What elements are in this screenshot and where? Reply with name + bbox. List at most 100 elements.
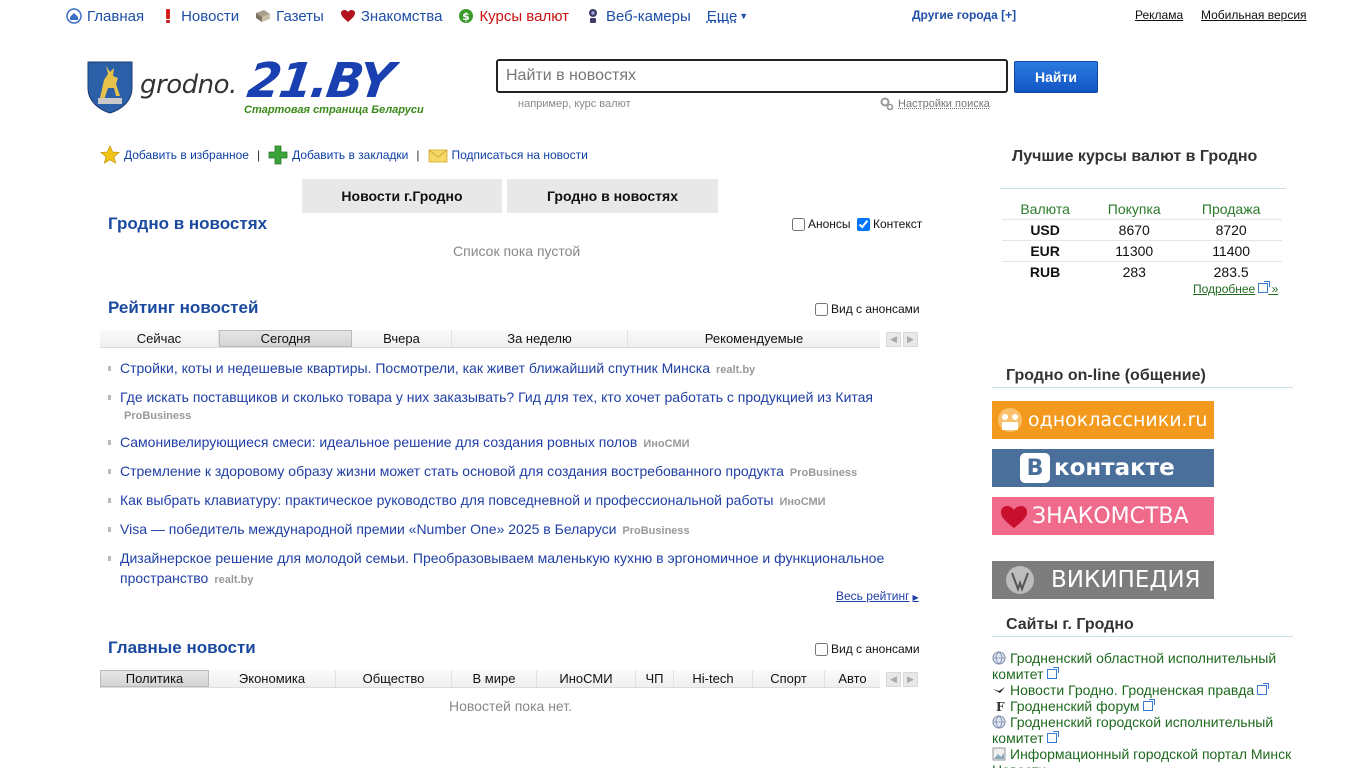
webcam-icon bbox=[585, 8, 601, 24]
tab-world[interactable]: В мире bbox=[452, 670, 537, 687]
nav-more[interactable]: Еще ▼ bbox=[707, 8, 748, 25]
news-title[interactable]: Как выбрать клавиатуру: практическое рук… bbox=[120, 492, 773, 508]
list-item[interactable]: Гродненский областной исполнительный ком… bbox=[992, 650, 1296, 682]
context-checkbox-input[interactable] bbox=[857, 218, 870, 231]
tab-today[interactable]: Сегодня bbox=[219, 330, 352, 347]
search-settings-link[interactable]: Настройки поиска bbox=[880, 97, 990, 111]
newspaper-icon bbox=[255, 8, 271, 24]
list-item[interactable]: Стремление к здоровому образу жизни може… bbox=[106, 461, 906, 483]
main-news-tabs-arrows: ◀ ▶ bbox=[886, 672, 918, 687]
wikipedia-label: ВИКИПЕДИЯ bbox=[1051, 567, 1201, 593]
nav-currency[interactable]: $ Курсы валют bbox=[458, 8, 569, 25]
image-icon bbox=[992, 747, 1006, 761]
chevron-right-icon[interactable]: ▶ bbox=[903, 672, 918, 687]
search-input[interactable] bbox=[496, 59, 1008, 93]
all-rating-link[interactable]: Весь рейтинг ▶ bbox=[836, 589, 919, 603]
chevron-right-icon[interactable]: ▶ bbox=[903, 332, 918, 347]
add-favorites-link[interactable]: Добавить в избранное bbox=[100, 145, 249, 165]
tab-hitech[interactable]: Hi-tech bbox=[674, 670, 753, 687]
tab-city-news[interactable]: Новости г.Гродно bbox=[302, 179, 502, 213]
news-source: ProBusiness bbox=[622, 525, 689, 537]
news-title[interactable]: Visa — победитель международной премии «… bbox=[120, 521, 616, 537]
news-title[interactable]: Стройки, коты и недешевые квартиры. Посм… bbox=[120, 360, 710, 376]
nav-news[interactable]: Новости bbox=[160, 8, 239, 25]
list-item[interactable]: Гродненский городской исполнительный ком… bbox=[992, 714, 1296, 746]
mobile-version-link[interactable]: Мобильная версия bbox=[1201, 8, 1307, 22]
other-cities-link[interactable]: Другие города [+] bbox=[912, 8, 1016, 22]
site-link[interactable]: Новости Гродно. Гродненская правда bbox=[1010, 682, 1254, 698]
tab-recommended[interactable]: Рекомендуемые bbox=[628, 330, 880, 347]
top-nav: Главная Новости Газеты Знакомства $ Курс… bbox=[66, 6, 764, 26]
tab-incidents[interactable]: ЧП bbox=[636, 670, 674, 687]
main-news-title: Главные новости bbox=[108, 638, 256, 658]
site-link[interactable]: Гродненский форум bbox=[1010, 698, 1140, 714]
list-item[interactable]: Информационный городской портал Минск Но… bbox=[992, 746, 1296, 768]
announces-checkbox-input[interactable] bbox=[792, 218, 805, 231]
chevron-left-icon[interactable]: ◀ bbox=[886, 672, 901, 687]
dating-banner[interactable]: ЗНАКОМСТВА bbox=[992, 497, 1214, 535]
subscribe-news-label: Подписаться на новости bbox=[452, 148, 588, 162]
list-item[interactable]: Как выбрать клавиатуру: практическое рук… bbox=[106, 490, 906, 512]
news-title[interactable]: Самонивелирующиеся смеси: идеальное реше… bbox=[120, 434, 637, 450]
main-news-announces-checkbox-input[interactable] bbox=[815, 643, 828, 656]
tab-sport[interactable]: Спорт bbox=[753, 670, 825, 687]
odnoklassniki-banner[interactable]: одноклассники.ru bbox=[992, 401, 1214, 439]
external-link-icon bbox=[1047, 733, 1057, 743]
list-item[interactable]: F Гродненский форум bbox=[992, 698, 1296, 714]
vkontakte-label: контакте bbox=[1054, 455, 1175, 481]
main-news-announces-label: Вид с анонсами bbox=[831, 642, 920, 656]
tab-economy[interactable]: Экономика bbox=[209, 670, 336, 687]
nav-home[interactable]: Главная bbox=[66, 8, 144, 25]
list-item[interactable]: Visa — победитель международной премии «… bbox=[106, 519, 906, 541]
chevron-left-icon[interactable]: ◀ bbox=[886, 332, 901, 347]
vkontakte-banner[interactable]: В контакте bbox=[992, 449, 1214, 487]
add-bookmarks-link[interactable]: Добавить в закладки bbox=[268, 145, 408, 165]
rating-announces-checkbox-input[interactable] bbox=[815, 303, 828, 316]
svg-text:F: F bbox=[996, 700, 1005, 713]
list-item[interactable]: Дизайнерское решение для молодой семьи. … bbox=[106, 548, 906, 590]
wikipedia-banner[interactable]: ВИКИПЕДИЯ bbox=[992, 561, 1214, 599]
rating-announces-checkbox[interactable]: Вид с анонсами bbox=[815, 302, 920, 316]
nav-currency-label: Курсы валют bbox=[479, 8, 569, 25]
currency-code: USD bbox=[1002, 219, 1088, 240]
odnoklassniki-label: одноклассники.ru bbox=[1028, 409, 1207, 431]
list-item[interactable]: Самонивелирующиеся смеси: идеальное реше… bbox=[106, 432, 906, 454]
subscribe-news-link[interactable]: Подписаться на новости bbox=[428, 145, 588, 165]
tab-yesterday[interactable]: Вчера bbox=[352, 330, 452, 347]
all-rating-label: Весь рейтинг bbox=[836, 589, 910, 603]
tab-society[interactable]: Общество bbox=[336, 670, 452, 687]
list-item[interactable]: Стройки, коты и недешевые квартиры. Посм… bbox=[106, 358, 906, 380]
forum-icon: F bbox=[992, 699, 1006, 713]
site-link[interactable]: Информационный городской портал Минск Но… bbox=[992, 746, 1291, 768]
tab-now[interactable]: Сейчас bbox=[100, 330, 219, 347]
search-hint: например, курс валют bbox=[518, 98, 631, 110]
nav-home-label: Главная bbox=[87, 8, 144, 25]
separator: | bbox=[257, 148, 260, 162]
nav-newspapers[interactable]: Газеты bbox=[255, 8, 324, 25]
brand-logo[interactable]: 21.BY bbox=[245, 58, 395, 104]
list-item[interactable]: Новости Гродно. Гродненская правда bbox=[992, 682, 1296, 698]
tab-politics[interactable]: Политика bbox=[100, 670, 209, 687]
tab-city-in-news[interactable]: Гродно в новостях bbox=[507, 179, 718, 213]
news-title[interactable]: Где искать поставщиков и сколько товара … bbox=[120, 389, 873, 405]
nav-webcams[interactable]: Веб-камеры bbox=[585, 8, 691, 25]
ads-link[interactable]: Реклама bbox=[1135, 8, 1183, 22]
tab-week[interactable]: За неделю bbox=[452, 330, 628, 347]
list-item[interactable]: Где искать поставщиков и сколько товара … bbox=[106, 387, 906, 425]
site-link[interactable]: Гродненский областной исполнительный ком… bbox=[992, 650, 1276, 682]
main-news-tabs: Политика Экономика Общество В мире ИноСМ… bbox=[100, 670, 880, 688]
nav-dating[interactable]: Знакомства bbox=[340, 8, 443, 25]
announces-checkbox[interactable]: Анонсы bbox=[792, 217, 851, 231]
site-link[interactable]: Гродненский городской исполнительный ком… bbox=[992, 714, 1273, 746]
rating-news-list: Стройки, коты и недешевые квартиры. Посм… bbox=[106, 358, 906, 597]
tab-inosmi[interactable]: ИноСМИ bbox=[537, 670, 636, 687]
currency-header: Покупка bbox=[1088, 200, 1180, 219]
search-button[interactable]: Найти bbox=[1014, 61, 1098, 93]
empty-list-message: Список пока пустой bbox=[453, 243, 580, 259]
currency-more-link[interactable]: Подробнее » bbox=[1193, 282, 1278, 296]
tab-auto[interactable]: Авто bbox=[825, 670, 880, 687]
main-news-announces-checkbox[interactable]: Вид с анонсами bbox=[815, 642, 920, 656]
context-checkbox[interactable]: Контекст bbox=[857, 217, 922, 231]
news-title[interactable]: Стремление к здоровому образу жизни може… bbox=[120, 463, 784, 479]
separator: | bbox=[416, 148, 419, 162]
